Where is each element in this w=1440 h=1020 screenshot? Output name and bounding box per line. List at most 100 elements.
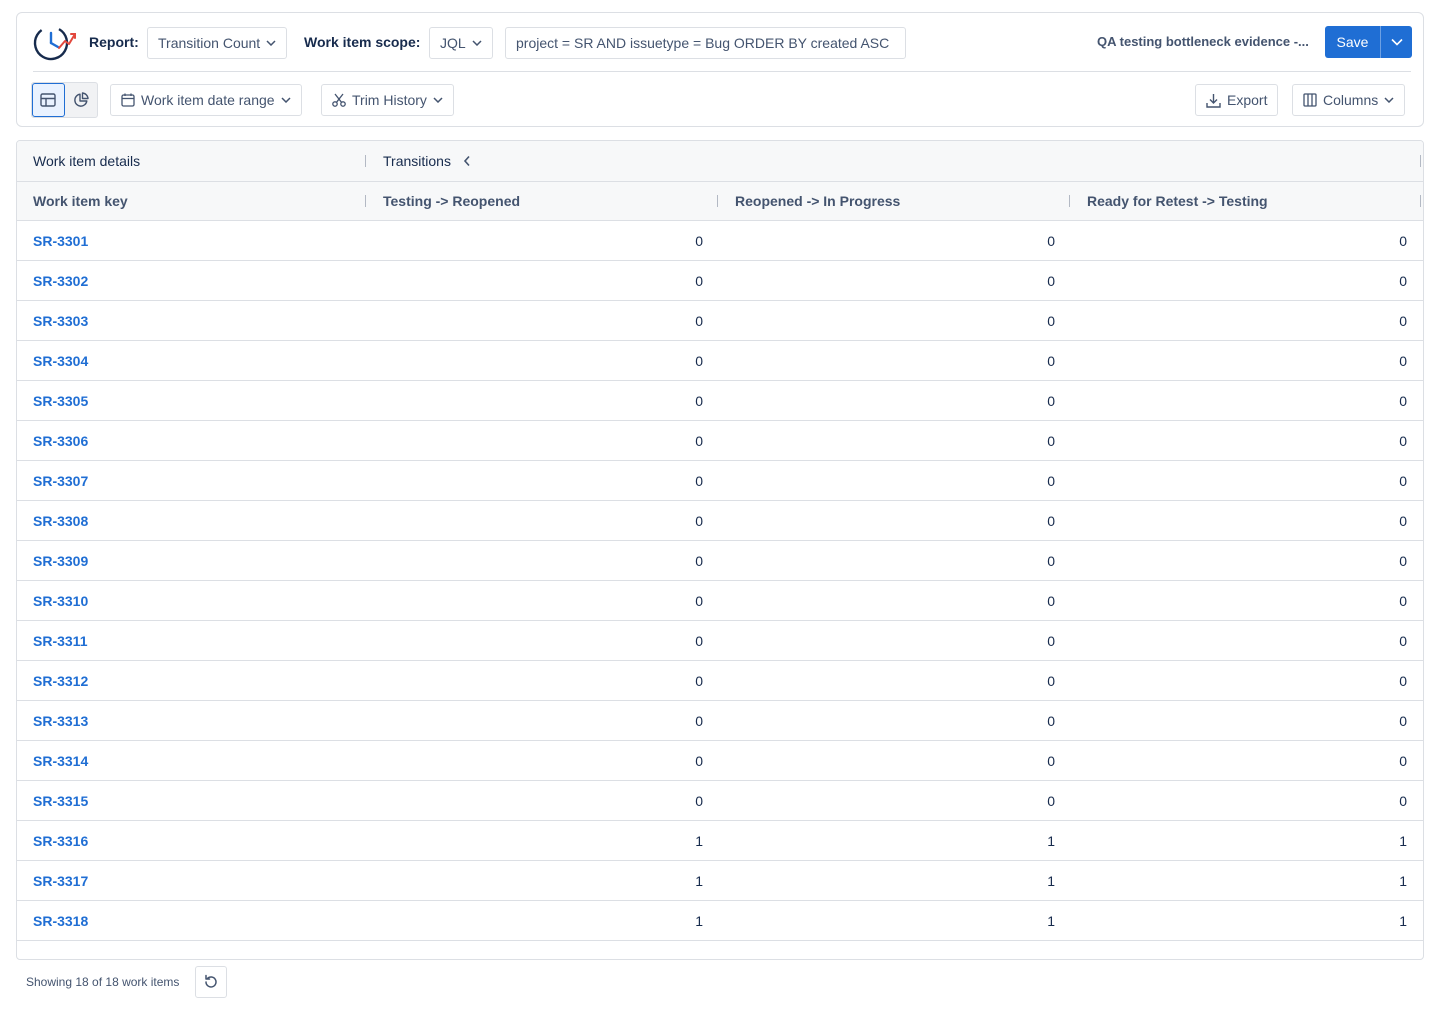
export-button[interactable]: Export xyxy=(1195,84,1279,116)
table-row: SR-3301 0 0 0 xyxy=(17,221,1423,261)
work-item-key-link[interactable]: SR-3303 xyxy=(33,301,88,340)
work-item-key-link[interactable]: SR-3315 xyxy=(33,781,88,820)
column-resize-handle[interactable] xyxy=(1420,195,1421,207)
view-toggle xyxy=(31,82,98,118)
work-item-key-link[interactable]: SR-3306 xyxy=(33,421,88,460)
cell-ready-retest-testing: 0 xyxy=(1399,672,1407,689)
table-row: SR-3302 0 0 0 xyxy=(17,261,1423,301)
cell-reopened-in-progress: 0 xyxy=(1047,272,1055,289)
cell-ready-retest-testing: 0 xyxy=(1399,712,1407,729)
work-item-key-link[interactable]: SR-3304 xyxy=(33,341,88,380)
work-item-key-link[interactable]: SR-3307 xyxy=(33,461,88,500)
cell-testing-reopened: 0 xyxy=(695,552,703,569)
cell-ready-retest-testing: 0 xyxy=(1399,792,1407,809)
column-header-reopened-in-progress[interactable]: Reopened -> In Progress xyxy=(735,182,900,220)
cell-testing-reopened: 0 xyxy=(695,352,703,369)
saved-report-name[interactable]: QA testing bottleneck evidence -... xyxy=(1097,34,1323,49)
columns-icon xyxy=(1303,93,1317,107)
cell-ready-retest-testing: 0 xyxy=(1399,552,1407,569)
work-item-key-link[interactable]: SR-3308 xyxy=(33,501,88,540)
export-label: Export xyxy=(1227,92,1268,108)
cell-reopened-in-progress: 0 xyxy=(1047,392,1055,409)
date-range-button[interactable]: Work item date range xyxy=(110,84,302,116)
work-item-key-link[interactable]: SR-3311 xyxy=(33,621,87,660)
column-resize-handle[interactable] xyxy=(717,195,718,207)
column-resize-handle[interactable] xyxy=(365,155,366,167)
work-item-key-link[interactable]: SR-3313 xyxy=(33,701,88,740)
cell-reopened-in-progress: 0 xyxy=(1047,312,1055,329)
column-resize-handle[interactable] xyxy=(365,195,366,207)
work-item-key-link[interactable]: SR-3310 xyxy=(33,581,88,620)
cell-testing-reopened: 0 xyxy=(695,232,703,249)
report-toolbar: Report: Transition Count Work item scope… xyxy=(16,12,1424,127)
table-row: SR-3305 0 0 0 xyxy=(17,381,1423,421)
work-item-key-link[interactable]: SR-3305 xyxy=(33,381,88,420)
table-row: SR-3313 0 0 0 xyxy=(17,701,1423,741)
work-item-key-link[interactable]: SR-3301 xyxy=(33,221,88,260)
table-row: SR-3315 0 0 0 xyxy=(17,781,1423,821)
cell-ready-retest-testing: 0 xyxy=(1399,632,1407,649)
cell-ready-retest-testing: 0 xyxy=(1399,352,1407,369)
trim-history-button[interactable]: Trim History xyxy=(321,84,454,116)
chevron-down-icon xyxy=(266,40,276,46)
cell-reopened-in-progress: 1 xyxy=(1047,912,1055,929)
table-row: SR-3303 0 0 0 xyxy=(17,301,1423,341)
report-label: Report: xyxy=(89,34,139,50)
report-select[interactable]: Transition Count xyxy=(147,27,288,59)
jql-input[interactable]: project = SR AND issuetype = Bug ORDER B… xyxy=(505,27,906,59)
refresh-button[interactable] xyxy=(195,966,227,998)
cell-testing-reopened: 0 xyxy=(695,472,703,489)
table-row: SR-3308 0 0 0 xyxy=(17,501,1423,541)
scope-select-value: JQL xyxy=(440,35,466,51)
columns-button[interactable]: Columns xyxy=(1292,84,1406,116)
cell-ready-retest-testing: 0 xyxy=(1399,232,1407,249)
work-item-key-link[interactable]: SR-3316 xyxy=(33,821,88,860)
column-header-ready-retest-testing[interactable]: Ready for Retest -> Testing xyxy=(1087,182,1268,220)
chart-view-button[interactable] xyxy=(65,83,97,117)
cell-testing-reopened: 0 xyxy=(695,312,703,329)
table-row: SR-3309 0 0 0 xyxy=(17,541,1423,581)
column-header-testing-reopened[interactable]: Testing -> Reopened xyxy=(383,182,520,220)
chevron-down-icon xyxy=(1390,38,1403,46)
table-row: SR-3318 1 1 1 xyxy=(17,901,1423,941)
work-item-key-link[interactable]: SR-3302 xyxy=(33,261,88,300)
work-item-key-link[interactable]: SR-3318 xyxy=(33,901,88,940)
table-row: SR-3311 0 0 0 xyxy=(17,621,1423,661)
chevron-left-icon[interactable] xyxy=(463,155,471,167)
save-options-button[interactable] xyxy=(1381,26,1412,58)
group-header-details: Work item details xyxy=(33,153,141,169)
scope-label: Work item scope: xyxy=(304,34,421,50)
group-header-transitions: Transitions xyxy=(383,141,471,181)
column-resize-handle[interactable] xyxy=(1069,195,1070,207)
column-header-key[interactable]: Work item key xyxy=(33,182,128,220)
table-row: SR-3304 0 0 0 xyxy=(17,341,1423,381)
save-button-group: Save xyxy=(1325,26,1412,58)
cell-ready-retest-testing: 0 xyxy=(1399,592,1407,609)
save-button[interactable]: Save xyxy=(1325,26,1380,58)
date-range-label: Work item date range xyxy=(141,92,275,108)
work-item-key-link[interactable]: SR-3317 xyxy=(33,861,88,900)
cell-testing-reopened: 0 xyxy=(695,392,703,409)
cell-ready-retest-testing: 0 xyxy=(1399,472,1407,489)
cell-ready-retest-testing: 0 xyxy=(1399,312,1407,329)
group-header-transitions-label: Transitions xyxy=(383,153,451,169)
work-item-key-link[interactable]: SR-3309 xyxy=(33,541,88,580)
cell-testing-reopened: 0 xyxy=(695,632,703,649)
cell-ready-retest-testing: 0 xyxy=(1399,392,1407,409)
scope-select[interactable]: JQL xyxy=(429,27,493,59)
cell-testing-reopened: 0 xyxy=(695,272,703,289)
cell-reopened-in-progress: 0 xyxy=(1047,552,1055,569)
work-item-key-link[interactable]: SR-3314 xyxy=(33,741,88,780)
table-view-button[interactable] xyxy=(32,83,65,117)
cell-ready-retest-testing: 0 xyxy=(1399,272,1407,289)
cell-reopened-in-progress: 0 xyxy=(1047,632,1055,649)
columns-label: Columns xyxy=(1323,92,1379,108)
column-resize-handle[interactable] xyxy=(1420,155,1421,167)
table-row: SR-3310 0 0 0 xyxy=(17,581,1423,621)
cell-testing-reopened: 0 xyxy=(695,592,703,609)
clock-chart-logo-icon xyxy=(33,25,76,61)
refresh-icon xyxy=(205,974,217,988)
table-row: SR-3314 0 0 0 xyxy=(17,741,1423,781)
work-item-key-link[interactable]: SR-3312 xyxy=(33,661,88,700)
cell-ready-retest-testing: 0 xyxy=(1399,512,1407,529)
